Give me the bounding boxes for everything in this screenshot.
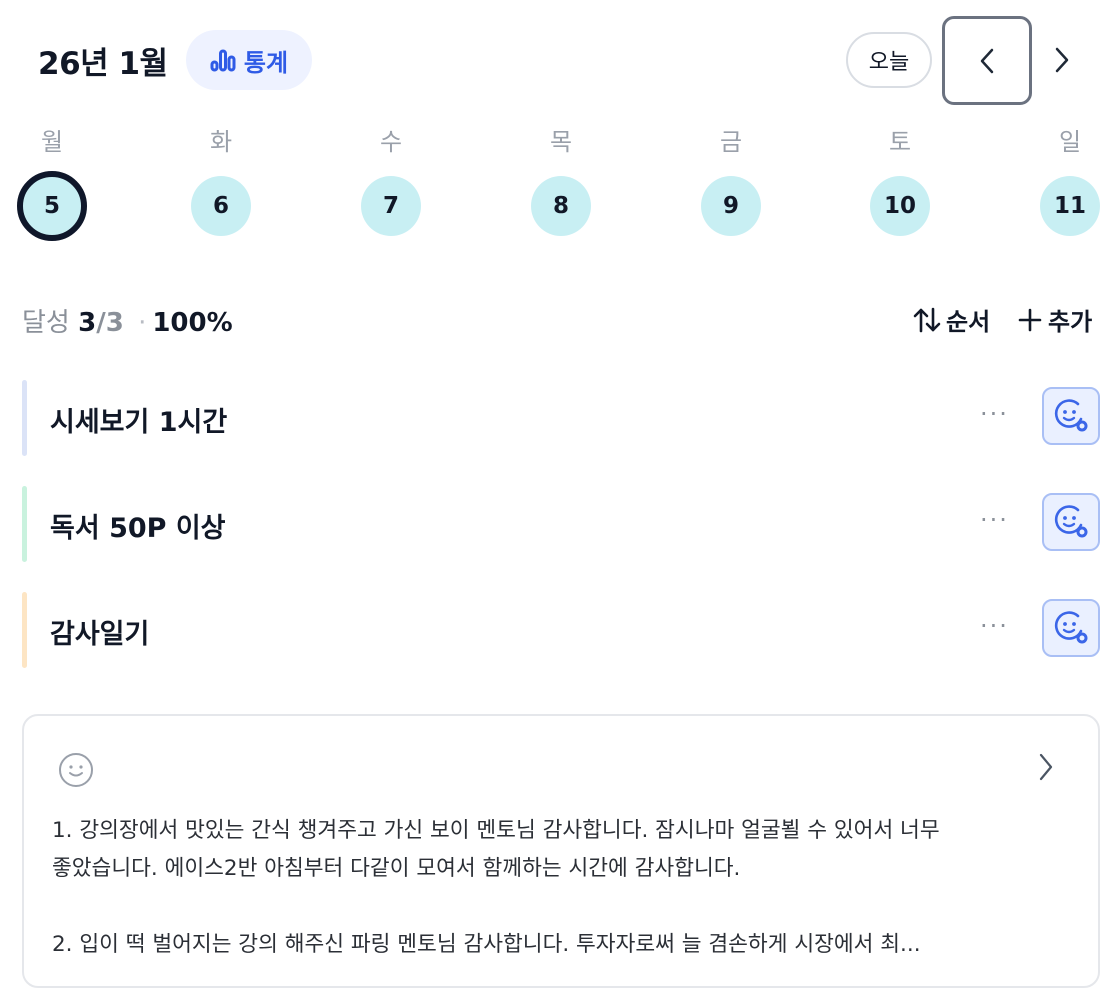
smile-check-icon xyxy=(1054,399,1088,432)
prev-week-button[interactable] xyxy=(942,16,1032,105)
reorder-label: 순서 xyxy=(946,308,991,336)
day-button[interactable]: 8 xyxy=(531,176,591,236)
more-options-button[interactable]: ··· xyxy=(980,612,1009,640)
habit-item[interactable]: 독서 50P 이상 ··· xyxy=(22,486,1102,562)
day-button[interactable]: 9 xyxy=(701,176,761,236)
journal-line: 2. 입이 떡 벌어지는 강의 해주신 파링 멘토님 감사합니다. 투자자로써 … xyxy=(52,932,921,957)
habit-item[interactable]: 감사일기 ··· xyxy=(22,592,1102,668)
day-button[interactable]: 6 xyxy=(191,176,251,236)
weekday-label: 화 xyxy=(209,128,233,156)
weekday-label: 목 xyxy=(549,128,573,156)
achievement-total: /3 xyxy=(96,308,124,338)
stats-label: 통계 xyxy=(243,48,289,77)
habit-name: 독서 50P 이상 xyxy=(50,513,226,544)
stats-button[interactable]: 통계 xyxy=(186,30,312,90)
weekday-label: 월 xyxy=(40,128,64,156)
habit-name: 감사일기 xyxy=(50,619,150,650)
smile-check-icon xyxy=(1054,505,1088,538)
journal-line xyxy=(52,888,1082,926)
day-button[interactable]: 10 xyxy=(870,176,930,236)
habit-check-button[interactable] xyxy=(1042,493,1100,551)
weekday-label: 일 xyxy=(1058,128,1082,156)
chevron-left-icon xyxy=(980,48,994,73)
add-label: 추가 xyxy=(1048,308,1093,336)
day-button-selected[interactable]: 5 xyxy=(17,171,87,241)
today-button[interactable]: 오늘 xyxy=(846,32,932,88)
weekday-label: 수 xyxy=(379,128,403,156)
reorder-button[interactable]: 순서 xyxy=(912,302,990,337)
calendar-header: 26년 1월 통계 오늘 xyxy=(0,0,1119,120)
add-habit-button[interactable]: 추가 xyxy=(1018,302,1092,337)
gratitude-journal-card[interactable]: 1. 강의장에서 맛있는 간식 챙겨주고 가신 보이 멘토님 감사합니다. 잠시… xyxy=(22,714,1100,988)
weekday-label: 금 xyxy=(719,128,743,156)
bar-chart-icon xyxy=(210,49,236,72)
chevron-right-icon xyxy=(1055,47,1069,73)
month-title: 26년 1월 xyxy=(38,46,168,82)
smile-check-icon xyxy=(1054,611,1088,644)
weekday-label: 토 xyxy=(888,128,912,156)
day-button[interactable]: 11 xyxy=(1040,176,1100,236)
more-options-button[interactable]: ··· xyxy=(980,400,1009,428)
day-button[interactable]: 7 xyxy=(361,176,421,236)
sort-arrows-icon xyxy=(913,307,941,332)
habit-name: 시세보기 1시간 xyxy=(50,407,228,438)
separator-dot: · xyxy=(138,308,147,338)
habit-item[interactable]: 시세보기 1시간 ··· xyxy=(22,380,1102,456)
plus-icon xyxy=(1018,308,1042,331)
journal-text: 1. 강의장에서 맛있는 간식 챙겨주고 가신 보이 멘토님 감사합니다. 잠시… xyxy=(52,812,1082,964)
habit-check-button[interactable] xyxy=(1042,387,1100,445)
more-options-button[interactable]: ··· xyxy=(980,506,1009,534)
habit-color-bar xyxy=(22,380,27,456)
journal-line: 좋았습니다. 에이스2반 아침부터 다같이 모여서 함께하는 시간에 감사합니다… xyxy=(52,856,741,881)
habit-color-bar xyxy=(22,486,27,562)
achievement-percent: 100% xyxy=(152,308,233,338)
achievement-done: 3 xyxy=(78,308,97,338)
journal-line: 1. 강의장에서 맛있는 간식 챙겨주고 가신 보이 멘토님 감사합니다. 잠시… xyxy=(52,818,940,843)
habit-check-button[interactable] xyxy=(1042,599,1100,657)
achievement-summary: 달성 3/3 · 100% xyxy=(22,302,233,339)
smile-icon xyxy=(59,753,93,787)
habit-color-bar xyxy=(22,592,27,668)
chevron-right-icon[interactable] xyxy=(1038,752,1054,782)
achievement-label: 달성 xyxy=(22,308,70,338)
next-week-button[interactable] xyxy=(1034,32,1090,88)
